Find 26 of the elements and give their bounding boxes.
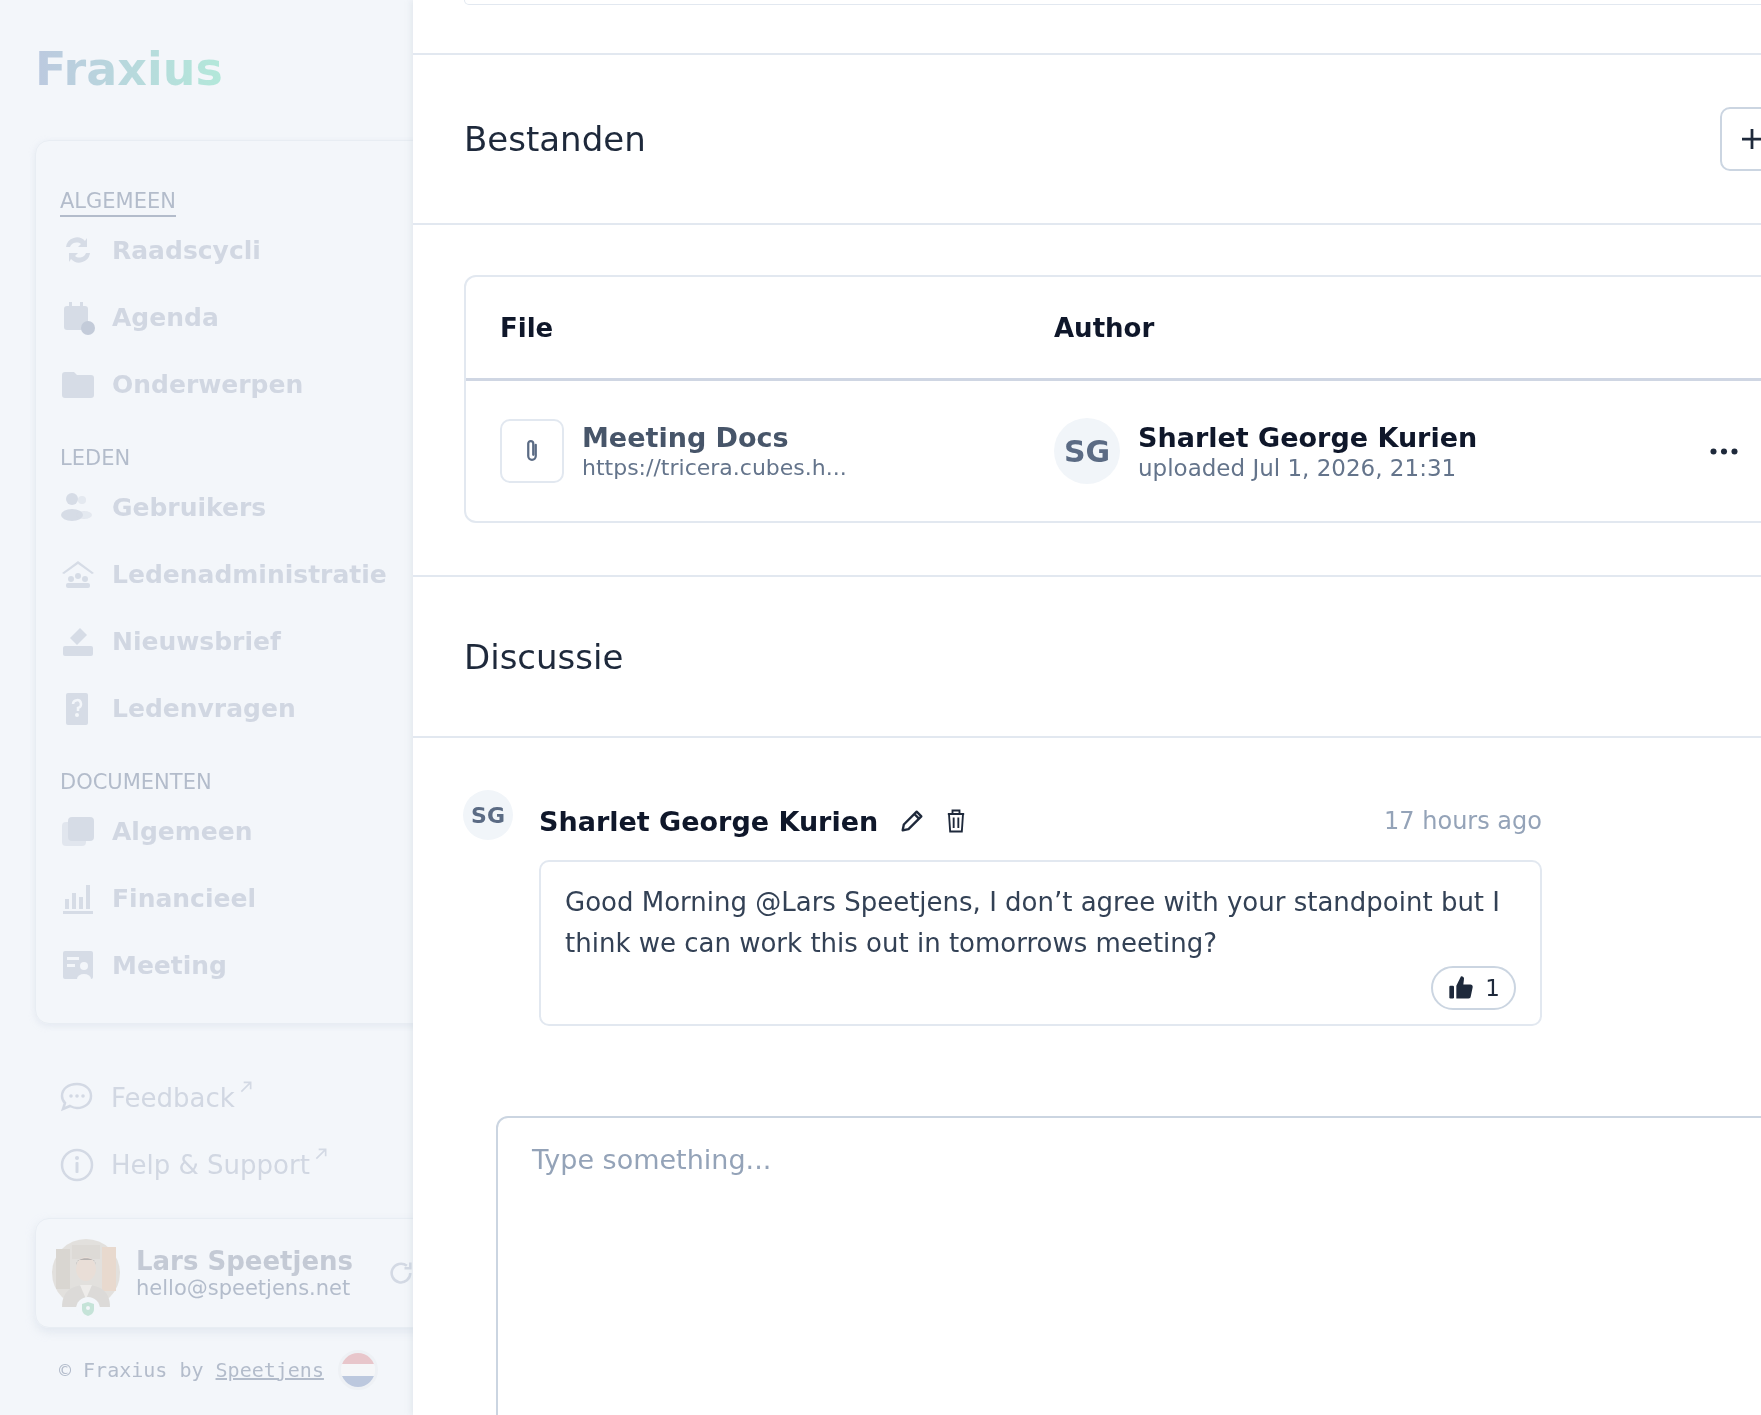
commenter-name: Sharlet George Kurien <box>539 805 879 837</box>
column-header: File <box>500 312 555 343</box>
upload-date: uploaded Jul 1, 2026, 21:31 <box>1138 454 1458 481</box>
section-heading: LEDEN <box>60 446 131 472</box>
file-url: https://tricera.cubes.h... <box>582 455 847 480</box>
comment-time: 17 hours ago <box>1384 807 1542 835</box>
section-title: Bestanden <box>464 119 646 159</box>
comment-input[interactable]: Type something... <box>496 1116 1761 1415</box>
commenter-avatar: SG <box>463 790 513 840</box>
attachment-icon <box>500 419 564 483</box>
copyright-text: © Fraxius by Speetjens <box>59 1358 324 1382</box>
info-icon <box>59 1146 95 1183</box>
section-heading: ALGEMEEN <box>60 189 176 217</box>
author-avatar: SG <box>1054 418 1120 484</box>
file-name-link[interactable]: Meeting Docs <box>582 422 847 453</box>
user-email: hello@speetjens.net <box>136 1276 352 1300</box>
section-title: Discussie <box>464 636 624 677</box>
column-header: Author <box>1054 312 1155 343</box>
like-button[interactable]: 1 <box>1431 966 1516 1010</box>
thumbs-up-icon <box>1447 974 1476 1002</box>
author-name: Sharlet George Kurien <box>1138 421 1478 453</box>
external-arrow-icon <box>238 1079 253 1094</box>
section-heading: DOCUMENTEN <box>60 770 212 796</box>
external-arrow-icon <box>313 1146 328 1161</box>
comment-text: Good Morning @Lars Speetjens, I don’t agree with your standpoint but I think we can work this out in tomorrows meeting? <box>565 886 1501 960</box>
speetjens-link[interactable]: Speetjens <box>215 1358 324 1382</box>
